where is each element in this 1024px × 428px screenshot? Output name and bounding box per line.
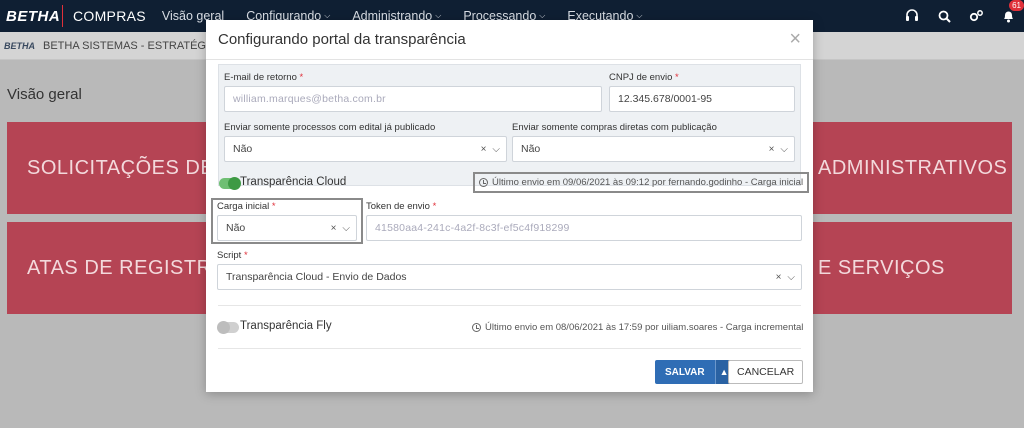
page-title: Visão geral	[7, 86, 82, 103]
carga-select[interactable]: Não × ⌵	[217, 215, 357, 241]
clock-icon	[472, 323, 481, 332]
toggle-knob	[217, 321, 230, 334]
fly-last-send: Último envio em 08/06/2021 às 17:59 por …	[472, 322, 803, 333]
edital-label: Enviar somente processos com edital já p…	[224, 122, 436, 133]
clear-icon[interactable]: ×	[776, 272, 782, 283]
tile-atas-de-registros[interactable]: ATAS DE REGISTROS	[7, 222, 241, 314]
transparency-portal-modal: Configurando portal da transparência × E…	[206, 20, 813, 392]
script-label: Script *	[217, 250, 248, 261]
headset-icon[interactable]	[904, 8, 920, 24]
betha-logo[interactable]: BETHA	[0, 8, 62, 25]
logo-separator	[62, 5, 63, 27]
modal-header: Configurando portal da transparência ×	[206, 20, 813, 60]
email-label: E-mail de retorno *	[224, 72, 304, 83]
edital-value: Não	[233, 143, 253, 155]
nav-actions: 61	[904, 0, 1024, 32]
cancel-button[interactable]: CANCELAR	[728, 360, 804, 384]
modal-title: Configurando portal da transparência	[218, 31, 466, 48]
section-divider	[218, 305, 801, 306]
chevron-down-icon[interactable]: ⌵	[787, 272, 795, 283]
cnpj-field[interactable]: 12.345.678/0001-95	[609, 86, 795, 112]
clear-icon[interactable]: ×	[481, 144, 487, 155]
script-select[interactable]: Transparência Cloud - Envio de Dados × ⌵	[217, 264, 802, 290]
clear-icon[interactable]: ×	[331, 223, 337, 234]
compras-label: Enviar somente compras diretas com publi…	[512, 122, 717, 133]
gears-icon[interactable]	[968, 8, 984, 24]
notification-bell-icon[interactable]: 61	[1000, 0, 1024, 24]
app-name[interactable]: COMPRAS	[73, 8, 146, 24]
fly-label: Transparência Fly	[240, 320, 332, 332]
cloud-toggle[interactable]	[219, 177, 241, 190]
token-field[interactable]: 41580aa4-241c-4a2f-8c3f-ef5c4f918299	[366, 215, 802, 241]
tile-solicitacoes[interactable]: SOLICITAÇÕES DE C	[7, 122, 235, 214]
chevron-down-icon[interactable]: ⌵	[342, 223, 350, 234]
cloud-label: Transparência Cloud	[240, 176, 347, 188]
save-button-group: SALVAR ▲	[655, 360, 733, 384]
chevron-down-icon[interactable]: ⌵	[492, 144, 500, 155]
carga-value: Não	[226, 222, 246, 234]
entity-title[interactable]: BETHA SISTEMAS - ESTRATÉGIA D	[43, 40, 227, 52]
save-button[interactable]: SALVAR	[655, 360, 715, 384]
chevron-down-icon[interactable]: ⌵	[780, 144, 788, 155]
fly-toggle[interactable]	[217, 321, 239, 334]
edital-select[interactable]: Não × ⌵	[224, 136, 507, 162]
token-label: Token de envio *	[366, 201, 437, 212]
notification-badge: 61	[1009, 0, 1024, 11]
footer-divider	[218, 348, 801, 349]
clock-icon	[479, 178, 488, 187]
compras-select[interactable]: Não × ⌵	[512, 136, 795, 162]
carga-label: Carga inicial *	[217, 201, 276, 212]
script-value: Transparência Cloud - Envio de Dados	[226, 271, 407, 283]
tile-servicos[interactable]: E SERVIÇOS	[812, 222, 1012, 314]
entity-logo: BETHA	[4, 40, 35, 51]
clear-icon[interactable]: ×	[769, 144, 775, 155]
cloud-last-send: Último envio em 09/06/2021 às 09:12 por …	[473, 172, 810, 193]
email-field[interactable]: william.marques@betha.com.br	[224, 86, 602, 112]
close-icon[interactable]: ×	[789, 29, 801, 49]
search-icon[interactable]	[936, 8, 952, 24]
compras-value: Não	[521, 143, 541, 155]
cnpj-label: CNPJ de envio *	[609, 72, 679, 83]
tile-administrativos[interactable]: ADMINISTRATIVOS	[812, 122, 1012, 214]
